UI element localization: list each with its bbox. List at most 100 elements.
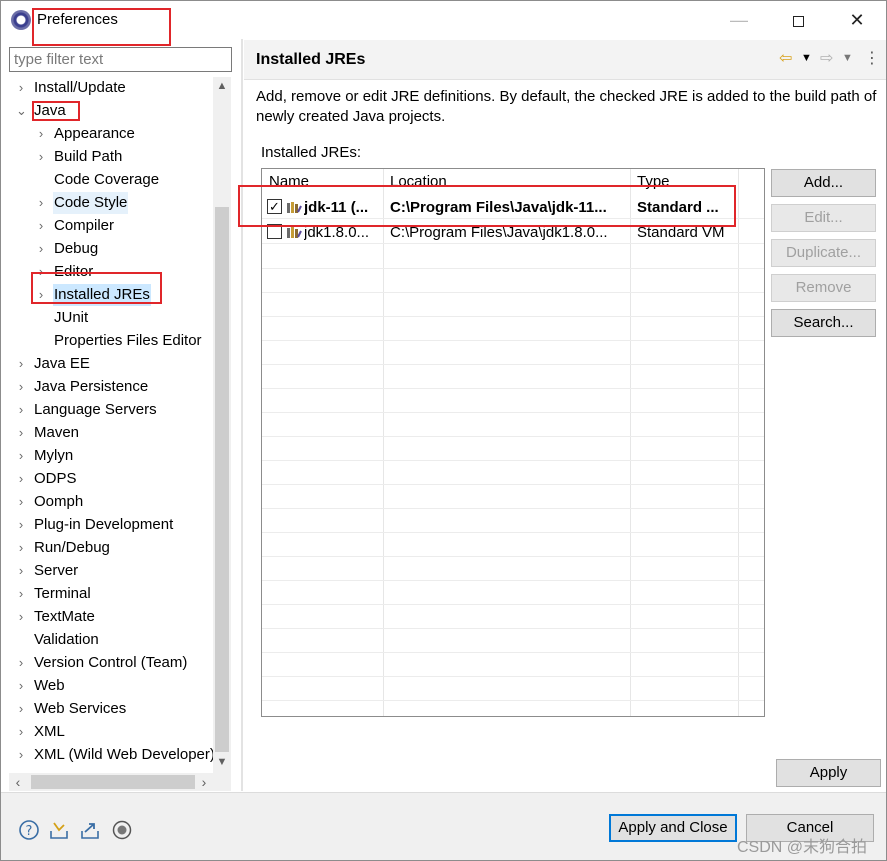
chevron-right-icon[interactable]: › (16, 721, 26, 743)
column-header-name[interactable]: Name (269, 173, 309, 190)
preferences-window: Preferences — ✕ ›Install/Update ⌄Java ›A… (0, 0, 887, 861)
table-row[interactable]: jdk1.8.0... C:\Program Files\Java\jdk1.8… (262, 220, 764, 244)
maximize-button[interactable] (778, 5, 818, 35)
empty-row (262, 341, 764, 365)
column-header-type[interactable]: Type (637, 173, 670, 190)
chevron-right-icon[interactable]: › (16, 514, 26, 536)
chevron-right-icon[interactable]: › (36, 238, 46, 260)
chevron-down-icon[interactable]: ⌄ (16, 100, 27, 122)
scrollbar-thumb[interactable] (215, 207, 229, 752)
import-icon[interactable] (48, 819, 70, 841)
chevron-right-icon[interactable]: › (36, 284, 46, 306)
empty-row (262, 509, 764, 533)
chevron-right-icon[interactable]: › (16, 468, 26, 490)
chevron-right-icon[interactable]: › (16, 445, 26, 467)
filter-input[interactable] (9, 47, 232, 72)
empty-row (262, 437, 764, 461)
empty-row (262, 461, 764, 485)
maximize-icon (792, 15, 804, 27)
scrollbar-thumb[interactable] (31, 775, 195, 789)
empty-row (262, 533, 764, 557)
chevron-right-icon[interactable]: › (16, 652, 26, 674)
jre-location: C:\Program Files\Java\jdk1.8.0... (390, 224, 608, 241)
jre-table-label: Installed JREs: (261, 144, 362, 161)
empty-row (262, 293, 764, 317)
more-menu-icon[interactable]: ⋮ (864, 48, 880, 68)
watermark: CSDN @末狗合拍 (737, 839, 868, 856)
table-row[interactable]: ✓ jdk-11 (... C:\Program Files\Java\jdk-… (262, 195, 764, 219)
add-button[interactable]: Add... (771, 169, 876, 197)
empty-row (262, 317, 764, 341)
empty-row (262, 581, 764, 605)
empty-row (262, 413, 764, 437)
chevron-right-icon[interactable]: › (36, 215, 46, 237)
chevron-right-icon[interactable]: › (16, 399, 26, 421)
jre-type: Standard ... (637, 199, 719, 216)
preferences-tree: › Install/Update ⌄ Java › Appearance › Build… (1, 77, 213, 773)
record-icon[interactable] (111, 819, 133, 841)
empty-row (262, 557, 764, 581)
chevron-right-icon[interactable]: › (16, 491, 26, 513)
empty-row (262, 629, 764, 653)
jre-type: Standard VM (637, 224, 725, 241)
jre-table: Name Location Type ✓ jdk-11 (... C:\Prog… (261, 168, 765, 717)
title-bar: Preferences — ✕ (1, 1, 886, 39)
scroll-down-icon[interactable]: ▼ (213, 753, 231, 771)
empty-row (262, 605, 764, 629)
export-icon[interactable] (79, 819, 101, 841)
apply-button[interactable]: Apply (776, 759, 881, 787)
chevron-right-icon[interactable]: › (36, 146, 46, 168)
column-header-location[interactable]: Location (390, 173, 447, 190)
chevron-right-icon[interactable]: › (36, 261, 46, 283)
search-button[interactable]: Search... (771, 309, 876, 337)
chevron-right-icon[interactable]: › (16, 353, 26, 375)
jre-location: C:\Program Files\Java\jdk-11... (390, 199, 607, 216)
chevron-right-icon[interactable]: › (16, 606, 26, 628)
duplicate-button[interactable]: Duplicate... (771, 239, 876, 267)
scroll-left-icon[interactable]: ‹ (9, 773, 27, 791)
tree-vertical-scrollbar[interactable]: ▲ ▼ (213, 77, 231, 773)
chevron-down-icon[interactable]: ▼ (842, 52, 853, 64)
page-description: Add, remove or edit JRE definitions. By … (256, 88, 877, 125)
chevron-right-icon[interactable]: › (16, 744, 26, 766)
minimize-button[interactable]: — (719, 5, 759, 35)
empty-row (262, 389, 764, 413)
row-checkbox[interactable]: ✓ (267, 199, 282, 214)
row-checkbox[interactable] (267, 224, 282, 239)
chevron-right-icon[interactable]: › (16, 560, 26, 582)
tree-horizontal-scrollbar[interactable]: ‹ › (9, 773, 231, 791)
chevron-right-icon[interactable]: › (36, 192, 46, 214)
jre-library-icon (287, 227, 302, 238)
chevron-right-icon[interactable]: › (16, 77, 26, 99)
page-title: Installed JREs (256, 51, 366, 68)
page-header: Installed JREs ⇦ ▼ ⇨ ▼ ⋮ (244, 40, 886, 80)
close-button[interactable]: ✕ (837, 5, 877, 35)
jre-library-icon (287, 202, 302, 213)
empty-row (262, 245, 764, 269)
jre-name: jdk-11 (... (304, 199, 369, 216)
remove-button[interactable]: Remove (771, 274, 876, 302)
svg-text:?: ? (26, 824, 33, 839)
panel-divider[interactable] (241, 39, 243, 791)
apply-and-close-button[interactable]: Apply and Close (609, 814, 737, 842)
chevron-right-icon[interactable]: › (16, 675, 26, 697)
scroll-right-icon[interactable]: › (195, 773, 213, 791)
empty-row (262, 365, 764, 389)
chevron-down-icon[interactable]: ▼ (801, 52, 812, 64)
chevron-right-icon[interactable]: › (36, 123, 46, 145)
help-icon[interactable]: ? (18, 819, 40, 841)
scroll-up-icon[interactable]: ▲ (213, 77, 231, 95)
chevron-right-icon[interactable]: › (16, 698, 26, 720)
chevron-right-icon[interactable]: › (16, 422, 26, 444)
empty-row (262, 269, 764, 293)
chevron-right-icon[interactable]: › (16, 537, 26, 559)
chevron-right-icon[interactable]: › (16, 583, 26, 605)
eclipse-icon (11, 10, 31, 30)
window-title: Preferences (37, 11, 118, 28)
back-arrow-icon[interactable]: ⇦ (779, 48, 792, 68)
edit-button[interactable]: Edit... (771, 204, 876, 232)
empty-row (262, 653, 764, 677)
empty-row (262, 485, 764, 509)
forward-arrow-icon[interactable]: ⇨ (820, 48, 833, 68)
chevron-right-icon[interactable]: › (16, 376, 26, 398)
